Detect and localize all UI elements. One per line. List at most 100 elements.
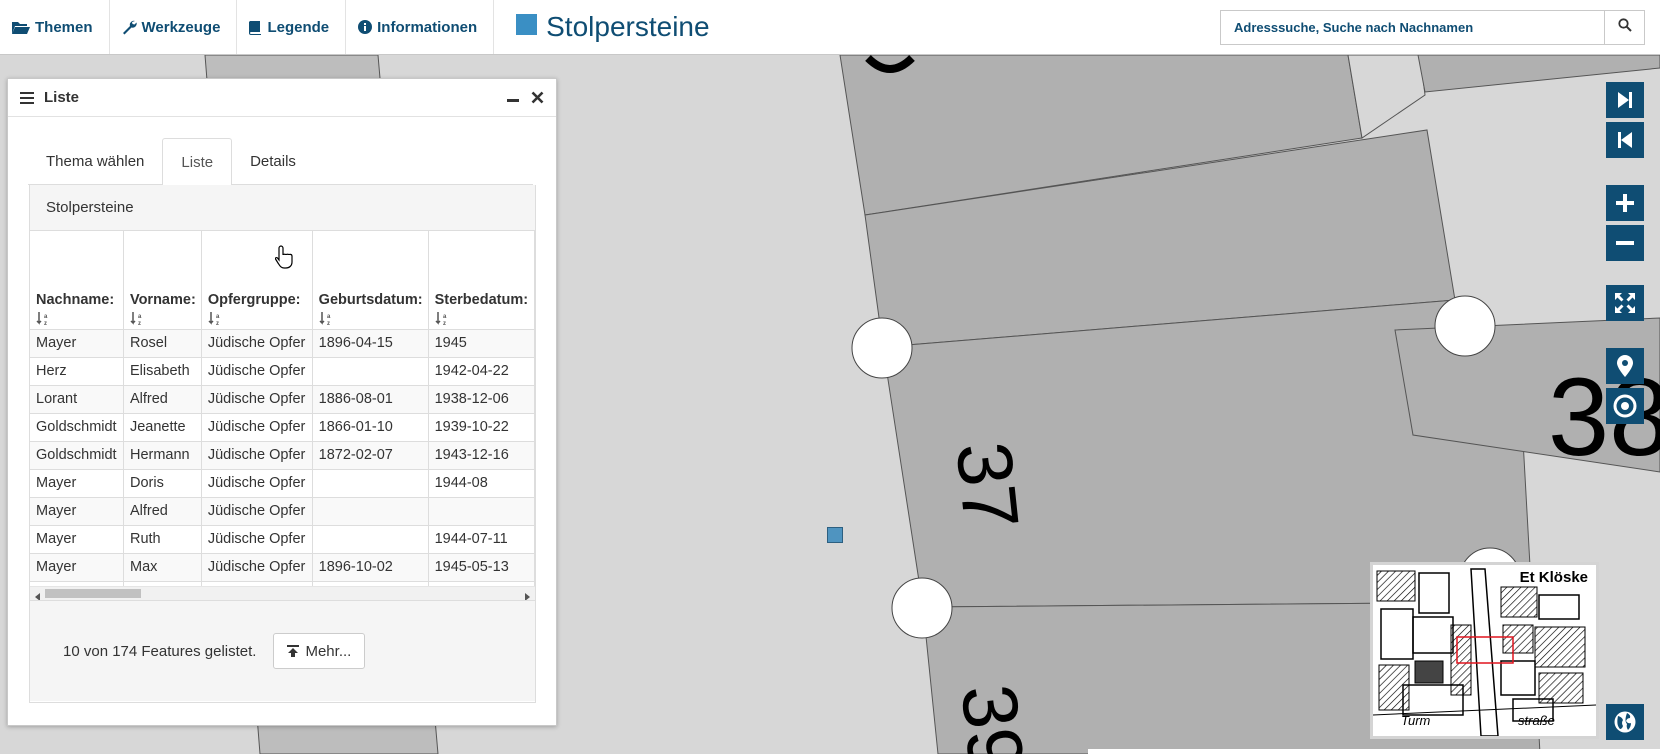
column-header-geburtsdatum[interactable]: Geburtsdatum: a z: [312, 231, 429, 330]
column-header-vorname[interactable]: Vorname: a z: [123, 231, 202, 330]
horizontal-scrollbar[interactable]: [30, 586, 535, 600]
cell-sterbedatum: 1943-12-16: [428, 441, 535, 470]
cell-geburtsdatum: [312, 525, 429, 554]
cell-opfergruppe: Jüdische Opfer: [201, 329, 313, 358]
book-icon: [249, 20, 262, 35]
cell-nachname: Mayer: [30, 497, 124, 526]
info-circle-icon: [358, 20, 373, 34]
menu-werkzeuge[interactable]: Werkzeuge: [110, 0, 238, 54]
cell-sterbedatum: 1944-07-11: [428, 525, 535, 554]
cell-vorname: Jeanette: [123, 413, 202, 442]
table-row[interactable]: Goldschmidt Jeanette Jüdische Opfer 1866-01…: [30, 413, 535, 442]
cell-opfergruppe: Jüdische Opfer: [201, 385, 313, 414]
feature-table-container[interactable]: Nachname: a z Vorname: a z Opfergruppe: a z Ge…: [30, 231, 535, 601]
map-boundary-point: [891, 577, 953, 639]
minimize-button[interactable]: [507, 92, 519, 104]
scroll-left-arrow-icon[interactable]: [33, 589, 43, 600]
table-row[interactable]: Lorant Alfred Jüdische Opfer 1886-08-01 1938…: [30, 385, 535, 414]
cell-geburtsdatum: 1896-10-02: [312, 553, 429, 582]
list-heading: Stolpersteine: [30, 185, 535, 231]
tab-liste[interactable]: Liste: [162, 138, 233, 186]
cell-geburtsdatum: [312, 497, 429, 526]
menu-themen[interactable]: Themen: [0, 0, 110, 54]
column-header-sterbedatum[interactable]: Sterbedatum: a z: [428, 231, 535, 330]
scroll-right-arrow-icon[interactable]: [522, 589, 532, 600]
table-row[interactable]: Mayer Doris Jüdische Opfer 1944-08: [30, 469, 535, 498]
cell-vorname: Doris: [123, 469, 202, 498]
cell-nachname: Herz: [30, 357, 124, 386]
stolperstein-marker[interactable]: [827, 527, 843, 543]
table-row[interactable]: Mayer Ruth Jüdische Opfer 1944-07-11: [30, 525, 535, 554]
cell-opfergruppe: Jüdische Opfer: [201, 413, 313, 442]
close-button[interactable]: [531, 91, 544, 104]
search-bar: [1220, 10, 1645, 45]
column-header-opfergruppe[interactable]: Opfergruppe: a z: [201, 231, 313, 330]
minimize-icon: [507, 98, 519, 102]
top-bar: Themen Werkzeuge Legende Informationen S…: [0, 0, 1660, 55]
load-more-button[interactable]: Mehr...: [273, 633, 366, 669]
cell-opfergruppe: Jüdische Opfer: [201, 553, 313, 582]
hamburger-menu-icon[interactable]: [20, 91, 34, 104]
zoom-in-button[interactable]: [1606, 185, 1644, 221]
table-row[interactable]: Herz Elisabeth Jüdische Opfer 1942-04-22: [30, 357, 535, 386]
table-header-row: Nachname: a z Vorname: a z Opfergruppe: a z Ge…: [30, 231, 535, 330]
geolocation-button[interactable]: [1606, 388, 1644, 424]
sort-icon[interactable]: az: [208, 311, 307, 327]
panel-header[interactable]: Liste: [8, 79, 556, 117]
step-forward-icon: [1615, 90, 1635, 110]
search-input[interactable]: [1220, 10, 1604, 45]
menu-themen-label: Themen: [35, 18, 93, 36]
map-label-39: 39: [945, 680, 1042, 754]
svg-text:a: a: [138, 314, 142, 320]
sort-icon[interactable]: az: [130, 311, 196, 327]
cell-opfergruppe: Jüdische Opfer: [201, 441, 313, 470]
overview-map-graphic: [1373, 565, 1596, 736]
overview-map[interactable]: Et Klöske Turm straße: [1370, 562, 1599, 739]
svg-text:z: z: [44, 321, 47, 326]
map-marker-icon: [1617, 355, 1633, 377]
overview-label-strasse: straße: [1518, 713, 1555, 728]
cell-geburtsdatum: 1896-04-15: [312, 329, 429, 358]
tab-details[interactable]: Details: [232, 138, 314, 185]
table-row[interactable]: Mayer Alfred Jüdische Opfer: [30, 497, 535, 526]
back-button[interactable]: [1606, 122, 1644, 158]
locate-marker-button[interactable]: [1606, 348, 1644, 384]
features-count-text: 10 von 174 Features gelistet.: [63, 642, 257, 660]
forward-button[interactable]: [1606, 82, 1644, 118]
cell-vorname: Alfred: [123, 385, 202, 414]
table-row[interactable]: Goldschmidt Hermann Jüdische Opfer 1872-02-…: [30, 441, 535, 470]
scrollbar-thumb[interactable]: [45, 589, 141, 598]
menu-informationen-label: Informationen: [377, 18, 478, 36]
cell-nachname: Mayer: [30, 329, 124, 358]
svg-text:a: a: [216, 314, 220, 320]
column-header-nachname[interactable]: Nachname: a z: [30, 231, 124, 330]
search-button[interactable]: [1604, 10, 1645, 45]
menu-informationen[interactable]: Informationen: [346, 0, 495, 54]
map-boundary-point: [1434, 295, 1496, 357]
cell-nachname: Mayer: [30, 553, 124, 582]
zoom-out-button[interactable]: [1606, 225, 1644, 261]
cell-sterbedatum: [428, 497, 535, 526]
map-parcel: [1347, 55, 1426, 139]
sort-icon[interactable]: az: [319, 311, 423, 327]
menu-legende[interactable]: Legende: [237, 0, 347, 54]
search-icon: [1617, 18, 1632, 37]
cell-opfergruppe: Jüdische Opfer: [201, 525, 313, 554]
fullscreen-button[interactable]: [1606, 285, 1644, 321]
minus-icon: [1615, 233, 1635, 253]
tab-thema-waehlen[interactable]: Thema wählen: [28, 138, 162, 185]
background-map-button[interactable]: [1606, 704, 1644, 740]
step-backward-icon: [1615, 130, 1635, 150]
table-row[interactable]: Mayer Rosel Jüdische Opfer 1896-04-15 1945: [30, 329, 535, 358]
cell-vorname: Alfred: [123, 497, 202, 526]
cell-sterbedatum: 1945-05-13: [428, 553, 535, 582]
app-title-text: Stolpersteine: [546, 11, 710, 42]
sort-icon[interactable]: az: [36, 311, 118, 327]
table-row[interactable]: Mayer Max Jüdische Opfer 1896-10-02 1945-05-…: [30, 553, 535, 582]
sort-icon[interactable]: az: [435, 311, 529, 327]
globe-icon: [1613, 710, 1637, 734]
overview-label-turm: Turm: [1401, 713, 1431, 728]
wrench-icon: [122, 20, 137, 35]
cell-opfergruppe: Jüdische Opfer: [201, 357, 313, 386]
cell-opfergruppe: Jüdische Opfer: [201, 497, 313, 526]
